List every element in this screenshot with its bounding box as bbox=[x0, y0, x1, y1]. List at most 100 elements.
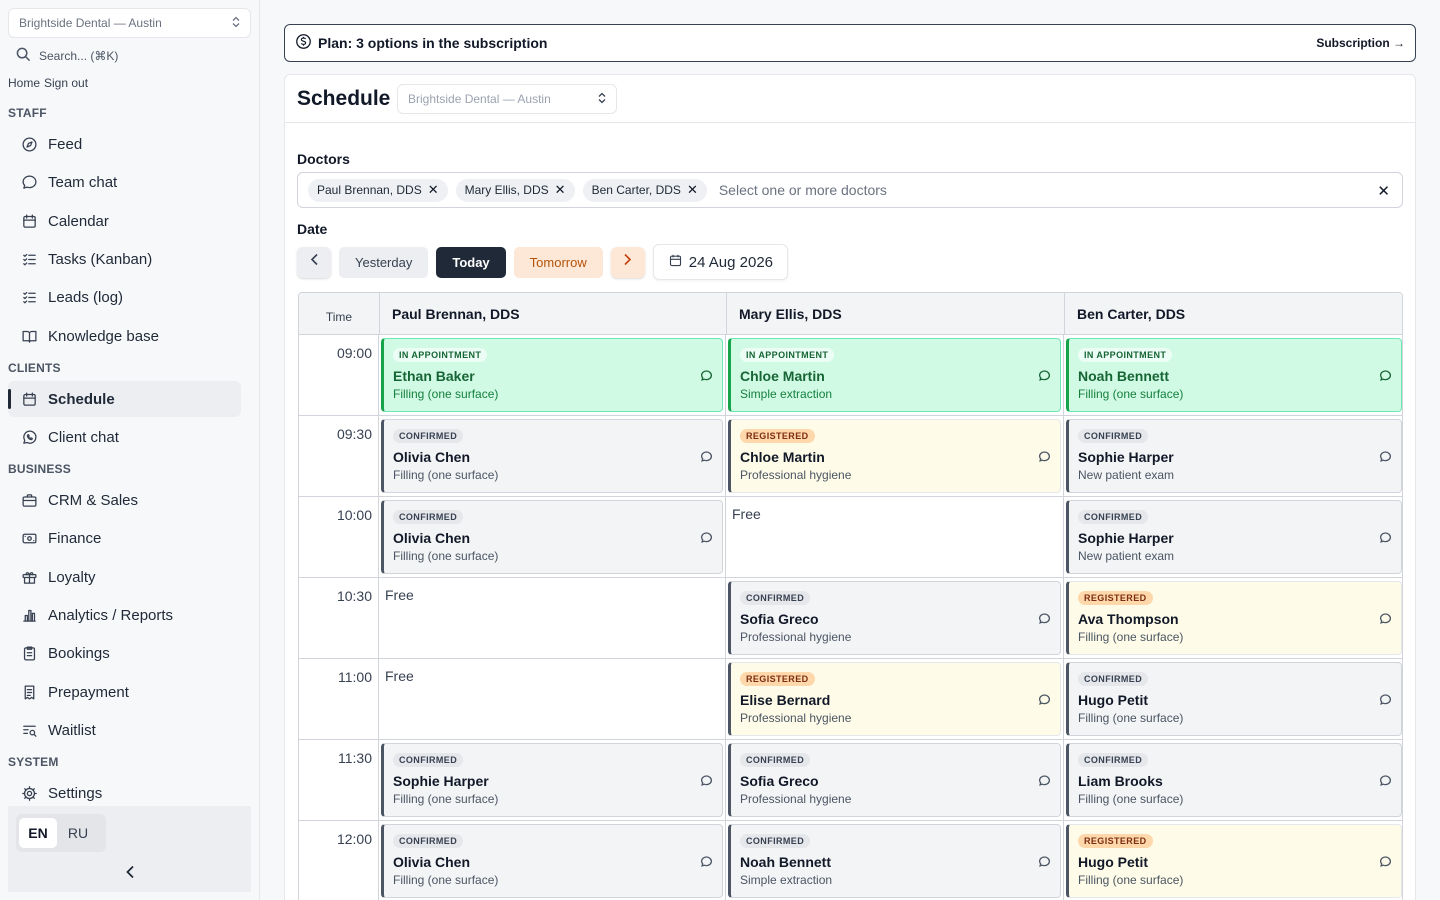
sidebar-item-crm[interactable]: CRM & Sales bbox=[8, 482, 241, 518]
appointment-card[interactable]: CONFIRMED Sofia Greco Professional hygiene bbox=[728, 581, 1061, 655]
free-slot[interactable]: Free bbox=[726, 497, 1064, 577]
appointment-card[interactable]: CONFIRMED Hugo Petit Filling (one surface) bbox=[1066, 662, 1402, 736]
schedule-slot[interactable]: IN APPOINTMENT Ethan Baker Filling (one su… bbox=[379, 335, 726, 415]
chat-icon[interactable] bbox=[1038, 693, 1051, 706]
search-input[interactable]: Search... (⌘K) bbox=[16, 46, 118, 66]
remove-chip-icon[interactable]: ✕ bbox=[555, 182, 566, 198]
schedule-slot[interactable]: CONFIRMED Sophie Harper New patient exam bbox=[1064, 497, 1402, 577]
schedule-slot[interactable]: CONFIRMED Olivia Chen Filling (one surface… bbox=[379, 497, 726, 577]
next-day-button[interactable] bbox=[610, 246, 645, 278]
sidebar-item-bookings[interactable]: Bookings bbox=[8, 635, 241, 671]
schedule-slot[interactable]: CONFIRMED Sofia Greco Professional hygiene bbox=[726, 578, 1064, 658]
chat-icon[interactable] bbox=[1038, 774, 1051, 787]
sidebar-item-prepayment[interactable]: Prepayment bbox=[8, 674, 241, 710]
chat-icon[interactable] bbox=[1038, 450, 1051, 463]
service-name: Filling (one surface) bbox=[393, 792, 499, 806]
chat-icon[interactable] bbox=[1038, 612, 1051, 625]
remove-chip-icon[interactable]: ✕ bbox=[687, 182, 698, 198]
chat-icon[interactable] bbox=[1379, 450, 1392, 463]
appointment-card[interactable]: REGISTERED Hugo Petit Filling (one surface… bbox=[1066, 824, 1402, 898]
schedule-slot[interactable]: CONFIRMED Noah Bennett Simple extraction bbox=[726, 821, 1064, 900]
tomorrow-button[interactable]: Tomorrow bbox=[513, 246, 603, 278]
today-button[interactable]: Today bbox=[436, 246, 506, 278]
doctors-placeholder[interactable]: Select one or more doctors bbox=[719, 182, 887, 198]
doctors-multiselect[interactable]: Paul Brennan, DDS ✕ Mary Ellis, DDS ✕ Be… bbox=[297, 172, 1403, 208]
home-link[interactable]: Home bbox=[8, 76, 40, 90]
free-slot[interactable]: Free bbox=[379, 659, 726, 739]
patient-name: Ethan Baker bbox=[393, 368, 475, 384]
chat-icon[interactable] bbox=[1379, 693, 1392, 706]
appointment-card[interactable]: CONFIRMED Noah Bennett Simple extraction bbox=[728, 824, 1061, 898]
sidebar-item-schedule[interactable]: Schedule bbox=[8, 381, 241, 417]
sidebar-item-label: Team chat bbox=[48, 173, 118, 191]
schedule-slot[interactable]: IN APPOINTMENT Chloe Martin Simple extract… bbox=[726, 335, 1064, 415]
schedule-slot[interactable]: CONFIRMED Liam Brooks Filling (one surface… bbox=[1064, 740, 1402, 820]
yesterday-button[interactable]: Yesterday bbox=[339, 246, 429, 278]
free-slot[interactable]: Free bbox=[379, 578, 726, 658]
patient-name: Hugo Petit bbox=[1078, 692, 1148, 708]
sidebar-item-analytics[interactable]: Analytics / Reports bbox=[8, 597, 241, 633]
location-select[interactable]: Brightside Dental — Austin bbox=[397, 84, 617, 114]
sidebar-item-team-chat[interactable]: Team chat bbox=[8, 164, 241, 200]
sidebar-item-knowledge-base[interactable]: Knowledge base bbox=[8, 318, 241, 354]
chat-icon[interactable] bbox=[1038, 369, 1051, 382]
org-select[interactable]: Brightside Dental — Austin bbox=[8, 8, 251, 38]
sidebar-item-finance[interactable]: Finance bbox=[8, 520, 241, 556]
chat-icon[interactable] bbox=[1379, 531, 1392, 544]
remove-chip-icon[interactable]: ✕ bbox=[428, 182, 439, 198]
sidebar-item-waitlist[interactable]: Waitlist bbox=[8, 712, 241, 748]
free-label: Free bbox=[732, 506, 761, 522]
org-select-value: Brightside Dental — Austin bbox=[19, 16, 162, 30]
schedule-slot[interactable]: CONFIRMED Olivia Chen Filling (one surface… bbox=[379, 821, 726, 900]
appointment-card[interactable]: IN APPOINTMENT Ethan Baker Filling (one su… bbox=[381, 338, 723, 412]
schedule-slot[interactable]: IN APPOINTMENT Noah Bennett Filling (one s… bbox=[1064, 335, 1402, 415]
schedule-slot[interactable]: REGISTERED Ava Thompson Filling (one surfa… bbox=[1064, 578, 1402, 658]
chat-icon[interactable] bbox=[1379, 855, 1392, 868]
sign-out-link[interactable]: Sign out bbox=[44, 76, 88, 90]
schedule-slot[interactable]: CONFIRMED Olivia Chen Filling (one surface… bbox=[379, 416, 726, 496]
chat-icon[interactable] bbox=[1038, 855, 1051, 868]
sidebar-item-client-chat[interactable]: Client chat bbox=[8, 419, 241, 455]
schedule-slot[interactable]: CONFIRMED Sofia Greco Professional hygiene bbox=[726, 740, 1064, 820]
subscription-link[interactable]: Subscription → bbox=[1316, 36, 1405, 50]
date-picker[interactable]: 24 Aug 2026 bbox=[652, 244, 789, 280]
sidebar-item-leads[interactable]: Leads (log) bbox=[8, 279, 241, 315]
schedule-slot[interactable]: REGISTERED Elise Bernard Professional hygi… bbox=[726, 659, 1064, 739]
language-ru-button[interactable]: RU bbox=[59, 818, 97, 848]
appointment-card[interactable]: CONFIRMED Olivia Chen Filling (one surface… bbox=[381, 824, 723, 898]
appointment-card[interactable]: CONFIRMED Sophie Harper New patient exam bbox=[1066, 419, 1402, 493]
chat-icon[interactable] bbox=[1379, 612, 1392, 625]
appointment-card[interactable]: CONFIRMED Sophie Harper New patient exam bbox=[1066, 500, 1402, 574]
chat-icon[interactable] bbox=[700, 774, 713, 787]
appointment-card[interactable]: IN APPOINTMENT Noah Bennett Filling (one s… bbox=[1066, 338, 1402, 412]
appointment-card[interactable]: IN APPOINTMENT Chloe Martin Simple extract… bbox=[728, 338, 1061, 412]
chat-icon[interactable] bbox=[700, 450, 713, 463]
previous-day-button[interactable] bbox=[297, 246, 331, 278]
sidebar-item-tasks[interactable]: Tasks (Kanban) bbox=[8, 241, 241, 277]
sidebar-item-calendar[interactable]: Calendar bbox=[8, 203, 241, 239]
schedule-slot[interactable]: CONFIRMED Sophie Harper Filling (one surfa… bbox=[379, 740, 726, 820]
sidebar-item-loyalty[interactable]: Loyalty bbox=[8, 559, 241, 595]
sidebar-item-feed[interactable]: Feed bbox=[8, 126, 241, 162]
schedule-slot[interactable]: CONFIRMED Hugo Petit Filling (one surface) bbox=[1064, 659, 1402, 739]
doctor-chip: Ben Carter, DDS ✕ bbox=[582, 178, 707, 202]
chat-icon[interactable] bbox=[1379, 774, 1392, 787]
appointment-card[interactable]: CONFIRMED Sofia Greco Professional hygiene bbox=[728, 743, 1061, 817]
schedule-slot[interactable]: CONFIRMED Sophie Harper New patient exam bbox=[1064, 416, 1402, 496]
schedule-slot[interactable]: REGISTERED Chloe Martin Professional hygie… bbox=[726, 416, 1064, 496]
appointment-card[interactable]: CONFIRMED Olivia Chen Filling (one surface… bbox=[381, 500, 723, 574]
chat-icon[interactable] bbox=[700, 855, 713, 868]
appointment-card[interactable]: CONFIRMED Olivia Chen Filling (one surface… bbox=[381, 419, 723, 493]
appointment-card[interactable]: REGISTERED Chloe Martin Professional hygie… bbox=[728, 419, 1061, 493]
chat-icon[interactable] bbox=[700, 531, 713, 544]
schedule-slot[interactable]: REGISTERED Hugo Petit Filling (one surface… bbox=[1064, 821, 1402, 900]
chat-icon[interactable] bbox=[1379, 369, 1392, 382]
clear-all-icon[interactable]: ✕ bbox=[1377, 182, 1390, 200]
appointment-card[interactable]: REGISTERED Elise Bernard Professional hygi… bbox=[728, 662, 1061, 736]
appointment-card[interactable]: CONFIRMED Sophie Harper Filling (one surfa… bbox=[381, 743, 723, 817]
language-en-button[interactable]: EN bbox=[19, 818, 57, 848]
chat-icon[interactable] bbox=[700, 369, 713, 382]
appointment-card[interactable]: CONFIRMED Liam Brooks Filling (one surface… bbox=[1066, 743, 1402, 817]
appointment-card[interactable]: REGISTERED Ava Thompson Filling (one surfa… bbox=[1066, 581, 1402, 655]
collapse-sidebar-button[interactable] bbox=[120, 864, 140, 884]
